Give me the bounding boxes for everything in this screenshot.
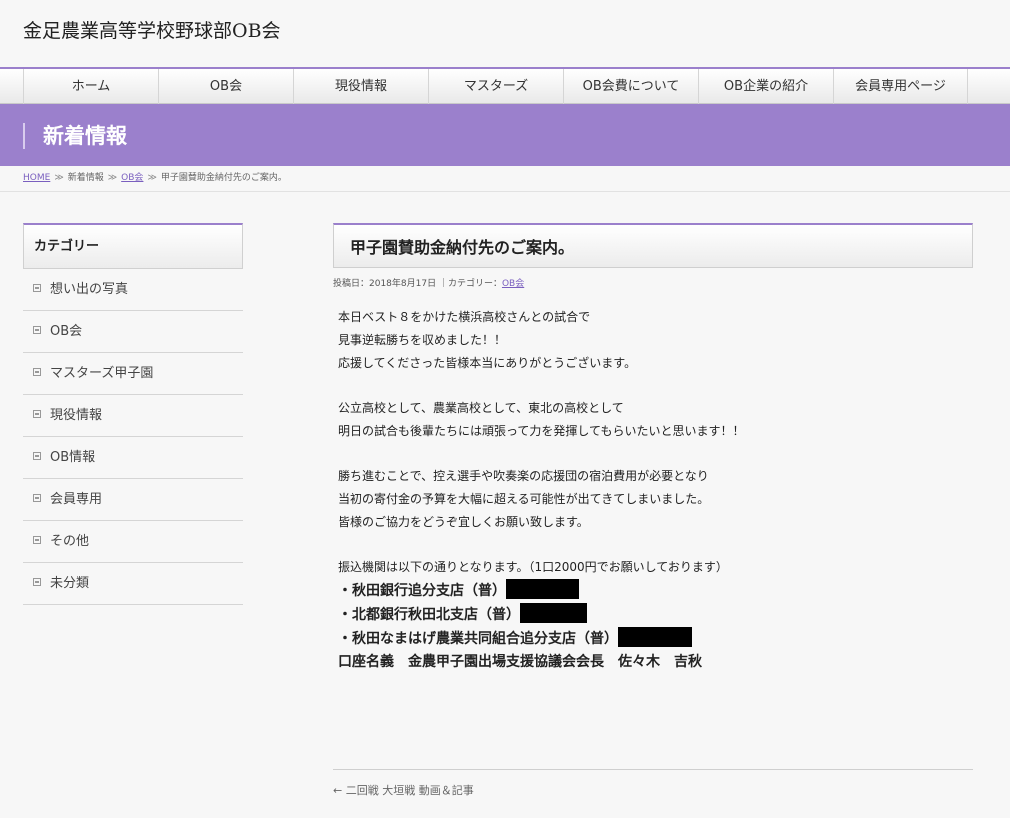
body-line: 応援してくださった皆様本当にありがとうございます。 (338, 356, 637, 370)
redacted-account (618, 627, 692, 647)
bank-name: ・秋田銀行追分支店（普） (338, 583, 506, 599)
redacted-account (506, 579, 579, 599)
category-item[interactable]: マスターズ甲子園 (23, 353, 243, 395)
breadcrumb-home[interactable]: HOME (23, 173, 50, 183)
breadcrumb-separator: ≫ (147, 173, 157, 183)
sidebar: カテゴリー 想い出の写真 OB会 マスターズ甲子園 現役情報 OB情報 会員専用… (23, 223, 243, 605)
category-item[interactable]: 想い出の写真 (23, 269, 243, 311)
category-item[interactable]: 会員専用 (23, 479, 243, 521)
body-line: 本日ベスト８をかけた横浜高校さんとの試合で (338, 310, 591, 324)
minus-box-icon (33, 368, 41, 376)
minus-box-icon (33, 536, 41, 544)
body-line: 勝ち進むことで、控え選手や吹奏楽の応援団の宿泊費用が必要となり (338, 469, 709, 483)
category-item[interactable]: OB会 (23, 311, 243, 353)
body-line: 当初の寄付金の予算を大幅に超える可能性が出てきてしまいました。 (338, 492, 710, 506)
page-banner: 新着情報 (0, 104, 1010, 166)
nav-item-home[interactable]: ホーム (23, 69, 158, 104)
category-label: OB情報 (50, 450, 96, 465)
breadcrumb-news: 新着情報 (67, 173, 104, 183)
category-label: 未分類 (50, 576, 90, 591)
breadcrumb-ob[interactable]: OB会 (121, 173, 143, 183)
banner-bar (23, 123, 25, 149)
entry-meta: 投稿日：2018年8月17日 ｜カテゴリー：OB会 (333, 276, 973, 290)
nav-item-current[interactable]: 現役情報 (293, 69, 428, 104)
bank-line: ・北都銀行秋田北支店（普） (338, 603, 973, 627)
body-line: 見事逆転勝ちを収めました！！ (338, 333, 507, 347)
entry-body: 本日ベスト８をかけた横浜高校さんとの試合で 見事逆転勝ちを収めました！！ 応援し… (333, 306, 973, 674)
bank-line: ・秋田なまはげ農業共同組合追分支店（普） (338, 627, 973, 651)
category-label: OB会 (50, 324, 83, 339)
bank-name: ・北都銀行秋田北支店（普） (338, 607, 520, 623)
minus-box-icon (33, 284, 41, 292)
transfer-intro: 振込機関は以下の通りとなります。（1口2000円でお願いしております） (338, 560, 728, 574)
category-item[interactable]: 現役情報 (23, 395, 243, 437)
category-list: 想い出の写真 OB会 マスターズ甲子園 現役情報 OB情報 会員専用 その他 未… (23, 269, 243, 605)
nav-item-companies[interactable]: OB企業の紹介 (698, 69, 833, 104)
minus-box-icon (33, 410, 41, 418)
entry-category-link[interactable]: OB会 (502, 279, 524, 289)
page-title: 新着情報 (43, 124, 127, 148)
nav-item-members[interactable]: 会員専用ページ (833, 69, 968, 104)
post-navigation: ← 二回戦 大垣戦 動画＆記事 (333, 769, 973, 798)
body-line: 明日の試合も後輩たちには頑張って力を発揮してもらいたいと思います！！ (338, 424, 745, 438)
category-label: 現役情報 (50, 408, 103, 423)
minus-box-icon (33, 452, 41, 460)
breadcrumb-current: 甲子園賛助金納付先のご案内。 (160, 173, 287, 183)
body-line: 公立高校として、農業高校として、東北の高校として (338, 401, 624, 415)
prev-post-link[interactable]: ← 二回戦 大垣戦 動画＆記事 (333, 784, 474, 797)
entry-title: 甲子園賛助金納付先のご案内。 (333, 223, 973, 268)
bank-line: ・秋田銀行追分支店（普） (338, 579, 973, 603)
category-label: マスターズ甲子園 (50, 366, 154, 381)
site-header: 金足農業高等学校野球部OB会 (0, 0, 1010, 67)
category-label: その他 (50, 534, 90, 549)
breadcrumb-separator: ≫ (54, 173, 64, 183)
redacted-account (520, 603, 587, 623)
breadcrumb-separator: ≫ (107, 173, 118, 183)
minus-box-icon (33, 578, 41, 586)
global-nav: ホーム OB会 現役情報 マスターズ OB会費について OB企業の紹介 会員専用… (0, 67, 1010, 104)
category-item[interactable]: 未分類 (23, 563, 243, 605)
nav-item-masters[interactable]: マスターズ (428, 69, 563, 104)
nav-item-fee[interactable]: OB会費について (563, 69, 698, 104)
sidebar-title: カテゴリー (23, 223, 243, 269)
minus-box-icon (33, 494, 41, 502)
minus-box-icon (33, 326, 41, 334)
category-label: 想い出の写真 (50, 282, 129, 297)
category-item[interactable]: OB情報 (23, 437, 243, 479)
account-name: 口座名義 金農甲子園出場支援協議会会長 佐々木 吉秋 (338, 654, 702, 670)
bank-name: ・秋田なまはげ農業共同組合追分支店（普） (338, 631, 618, 647)
breadcrumb: HOME ≫ 新着情報 ≫ OB会 ≫ 甲子園賛助金納付先のご案内。 (0, 166, 1010, 192)
entry-date: 投稿日：2018年8月17日 ｜カテゴリー： (333, 279, 502, 289)
site-title[interactable]: 金足農業高等学校野球部OB会 (23, 16, 281, 43)
body-line: 皆様のご協力をどうぞ宜しくお願い致します。 (338, 515, 589, 529)
main-content: 甲子園賛助金納付先のご案内。 投稿日：2018年8月17日 ｜カテゴリー：OB会… (333, 223, 973, 674)
nav-item-ob[interactable]: OB会 (158, 69, 293, 104)
category-item[interactable]: その他 (23, 521, 243, 563)
category-label: 会員専用 (50, 492, 103, 507)
